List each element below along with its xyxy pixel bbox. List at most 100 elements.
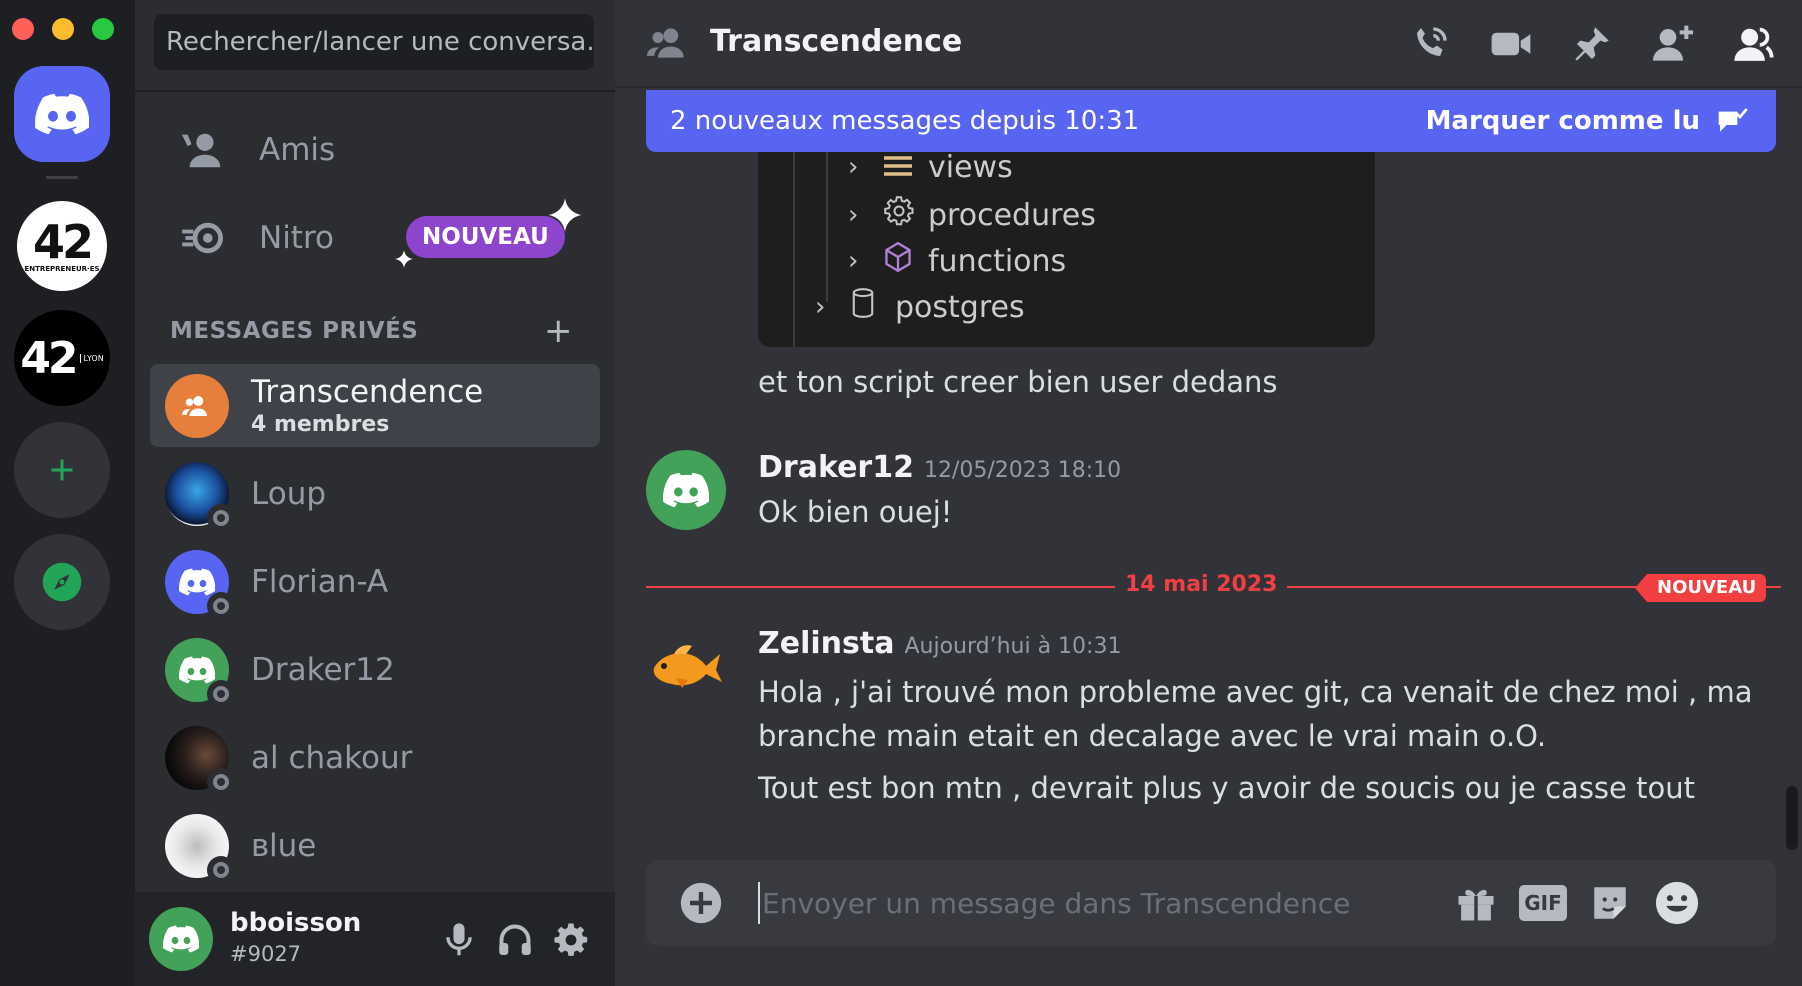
nav-friends[interactable]: Amis: [149, 115, 599, 185]
tree-row-postgres: › postgres: [815, 288, 1025, 325]
dm-item-al-chakour[interactable]: al chakour: [150, 716, 600, 799]
friends-icon: [171, 118, 235, 182]
user-panel: bboisson #9027: [135, 892, 615, 986]
avatar: [165, 813, 235, 884]
status-offline-icon: [207, 503, 235, 532]
dm-item-loup[interactable]: Loup: [150, 452, 600, 535]
avatar: [165, 637, 235, 708]
members-icon: [1734, 27, 1774, 61]
emoji-button[interactable]: [1652, 878, 1702, 928]
mark-read-icon: [1718, 108, 1748, 132]
server-42-lyon[interactable]: 42 LYON: [14, 310, 110, 406]
message-avatar[interactable]: [646, 626, 726, 706]
upload-button[interactable]: [676, 878, 726, 928]
server-42-entrepreneurs[interactable]: 42 ENTREPRENEUR·ES: [14, 198, 110, 294]
dm-member-count: 4 membres: [251, 412, 390, 437]
message-input[interactable]: [758, 882, 1408, 924]
search-bar: Rechercher/lancer une conversa...: [135, 0, 615, 92]
pinned-messages-button[interactable]: [1566, 18, 1618, 70]
dm-name: Draker12: [251, 651, 395, 688]
message-content-line: Hola , j'ai trouvé mon probleme avec git…: [758, 675, 1753, 709]
dm-name: al chakour: [251, 739, 413, 776]
plus-circle-icon: [680, 882, 722, 924]
dm-sidebar: Rechercher/lancer une conversa... Amis N…: [135, 0, 615, 986]
home-button[interactable]: [14, 66, 110, 162]
channel-title: Transcendence: [710, 24, 963, 59]
mark-as-read-label: Marquer comme lu: [1425, 106, 1700, 136]
gif-button[interactable]: GIF: [1518, 878, 1568, 928]
window-zoom-button[interactable]: [92, 18, 114, 40]
dm-name: Transcendence: [251, 374, 484, 410]
group-icon: [182, 395, 207, 416]
image-attachment[interactable]: › views › procedures › functions › postg…: [758, 152, 1375, 347]
tree-label: procedures: [928, 197, 1096, 233]
headphones-icon: [499, 924, 531, 955]
voice-call-button[interactable]: [1404, 18, 1456, 70]
user-avatar[interactable]: [149, 907, 213, 971]
user-name: bboisson: [230, 908, 362, 938]
group-avatar: [165, 373, 229, 438]
new-badge: NOUVEAU: [1635, 574, 1767, 602]
phone-call-icon: [1417, 27, 1447, 56]
message-author[interactable]: Zelinsta: [758, 626, 894, 661]
dm-item-blue[interactable]: ʙlue: [150, 804, 600, 887]
dm-item-transcendence[interactable]: Transcendence 4 membres: [150, 364, 600, 447]
channel-header: Transcendence: [615, 0, 1802, 88]
message-composer: GIF: [646, 860, 1776, 946]
deafen-button[interactable]: [491, 916, 539, 964]
chat-area: Transcendence › views › procedures › fun…: [615, 0, 1802, 986]
message-header: Draker12 12/05/2023 18:10: [758, 450, 1121, 485]
avatar: [165, 549, 235, 620]
compass-icon: [42, 562, 82, 602]
tree-label: views: [928, 152, 1013, 185]
tree-row-views: › views: [848, 152, 1013, 192]
tree-row-procedures: › procedures: [848, 196, 1096, 233]
sparkle-icon: [548, 198, 582, 232]
message-content-line: branche main etait en decalage avec le v…: [758, 719, 1547, 753]
scrollbar-thumb[interactable]: [1786, 786, 1798, 850]
user-tag: #9027: [230, 942, 302, 966]
group-dm-icon: [647, 28, 684, 58]
message-content: Ok bien ouej!: [758, 495, 953, 529]
divider-date: 14 mai 2023: [1115, 572, 1288, 597]
discord-icon: [179, 568, 215, 595]
member-list-button[interactable]: [1727, 18, 1779, 70]
tree-label: functions: [928, 243, 1067, 279]
video-call-button[interactable]: [1485, 18, 1537, 70]
cube-icon: [884, 241, 914, 280]
user-settings-button[interactable]: [547, 916, 595, 964]
server-42-lyon-logo: 42: [20, 332, 78, 384]
message-author[interactable]: Draker12: [758, 450, 914, 485]
message-avatar[interactable]: [646, 450, 726, 530]
server-42-sub: ENTREPRENEUR·ES: [24, 265, 100, 273]
explore-servers-button[interactable]: [14, 534, 110, 630]
gif-label: GIF: [1519, 885, 1567, 921]
message-timestamp: Aujourd’hui à 10:31: [904, 634, 1122, 659]
message-content: Tout est bon mtn , devrait plus y avoir …: [758, 771, 1695, 805]
sticker-button[interactable]: [1585, 878, 1635, 928]
mark-as-read-button[interactable]: Marquer comme lu: [1426, 106, 1748, 136]
video-camera-icon: [1491, 32, 1531, 56]
dm-item-draker12[interactable]: Draker12: [150, 628, 600, 711]
server-42-logo: 42: [32, 215, 94, 269]
views-icon: [884, 152, 914, 185]
mute-button[interactable]: [435, 916, 483, 964]
status-offline-icon: [207, 855, 235, 884]
new-messages-bar[interactable]: 2 nouveaux messages depuis 10:31 Marquer…: [646, 90, 1776, 152]
dm-section-title: MESSAGES PRIVÉS: [170, 318, 419, 344]
avatar: [165, 461, 235, 532]
dm-item-florian-a[interactable]: Florian-A: [150, 540, 600, 623]
message-header: Zelinsta Aujourd’hui à 10:31: [758, 626, 1121, 661]
dm-name: Loup: [251, 475, 327, 512]
search-input[interactable]: Rechercher/lancer une conversa...: [154, 14, 594, 70]
add-server-button[interactable]: [14, 422, 110, 518]
create-dm-button[interactable]: +: [544, 314, 573, 348]
nav-nitro-label: Nitro: [259, 220, 334, 256]
window-minimize-button[interactable]: [52, 18, 74, 40]
gift-button[interactable]: [1451, 878, 1501, 928]
message-continuation: et ton script creer bien user dedans: [758, 365, 1278, 399]
window-close-button[interactable]: [12, 18, 34, 40]
discord-icon: [179, 656, 215, 683]
add-friends-to-dm-button[interactable]: [1647, 18, 1699, 70]
status-offline-icon: [207, 679, 235, 708]
